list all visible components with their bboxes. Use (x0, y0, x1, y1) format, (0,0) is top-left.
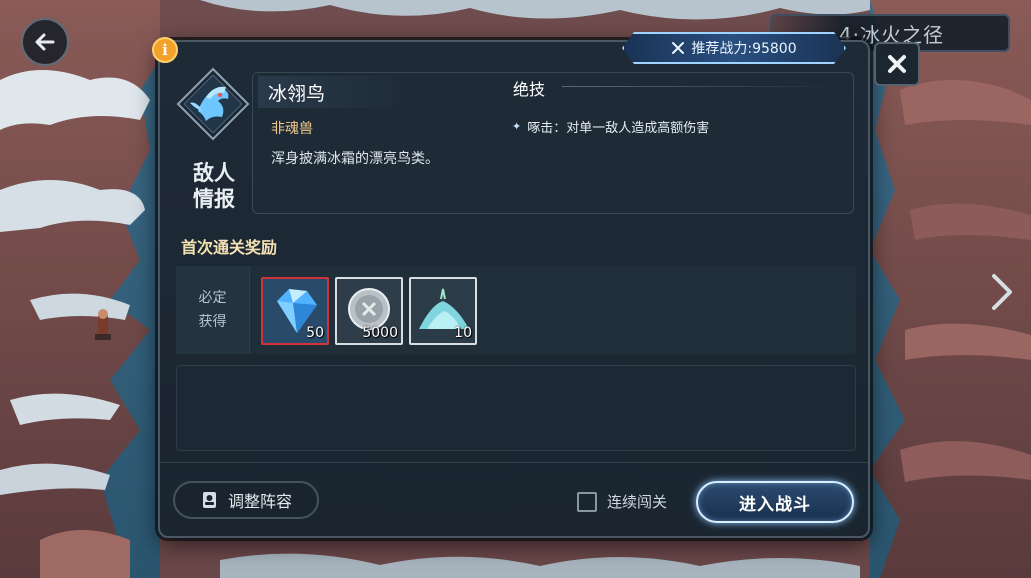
enter-battle-label: 进入战斗 (739, 494, 811, 515)
chevron-right-icon (992, 274, 1012, 310)
adjust-lineup-button[interactable]: 调整阵容 (173, 481, 319, 519)
continuous-label: 连续闯关 (607, 493, 668, 511)
info-icon[interactable]: i (152, 37, 178, 63)
reward-item-count: 50 (306, 325, 324, 341)
reward-item-ice-crystal[interactable]: 10 (409, 277, 477, 345)
continuous-challenge-toggle[interactable]: 连续闯关 (577, 491, 667, 512)
close-icon (888, 55, 906, 73)
continuous-checkbox[interactable] (577, 491, 597, 512)
next-stage-button[interactable] (985, 268, 1019, 316)
lineup-icon (202, 492, 216, 508)
sparkle-icon: ✦ (512, 120, 522, 133)
skill-divider (562, 86, 840, 87)
skill-item: ✦ 啄击：对单一敌人造成高额伤害 (512, 117, 709, 136)
reward-item-count: 10 (454, 325, 472, 341)
recommended-power-text: 推荐战力:95800 (691, 41, 797, 57)
enemy-name: 冰翎鸟 (268, 82, 326, 105)
arrow-left-icon (35, 33, 55, 51)
enemy-description: 浑身披满冰霜的漂亮鸟类。 (271, 151, 439, 167)
reward-row-label-box: 必定获得 (176, 266, 250, 354)
adjust-lineup-label: 调整阵容 (227, 492, 292, 511)
skill-item-text: 啄击：对单一敌人造成高额伤害 (527, 121, 710, 136)
bottom-divider (160, 462, 868, 463)
enemy-section-label: 敌人情报 (193, 161, 235, 211)
enemy-portrait (176, 67, 250, 141)
close-button[interactable] (874, 42, 920, 86)
enter-battle-button[interactable]: 进入战斗 (696, 481, 854, 523)
skill-title: 绝技 (513, 80, 546, 99)
reward-row-label: 必定获得 (198, 290, 227, 330)
reward-item-silver-coin[interactable]: 5000 (335, 277, 403, 345)
back-button[interactable] (21, 18, 69, 66)
reward-item-diamond[interactable]: 50 (261, 277, 329, 345)
enemy-name-banner: 冰翎鸟 (258, 76, 408, 108)
first-clear-reward-title: 首次通关奖励 (181, 238, 278, 257)
reward-item-count: 5000 (362, 325, 398, 341)
empty-content-area (176, 365, 856, 451)
enemy-type: 非魂兽 (271, 121, 313, 137)
crossed-swords-icon (671, 41, 685, 55)
recommended-power-badge: 推荐战力:95800 (622, 32, 846, 64)
